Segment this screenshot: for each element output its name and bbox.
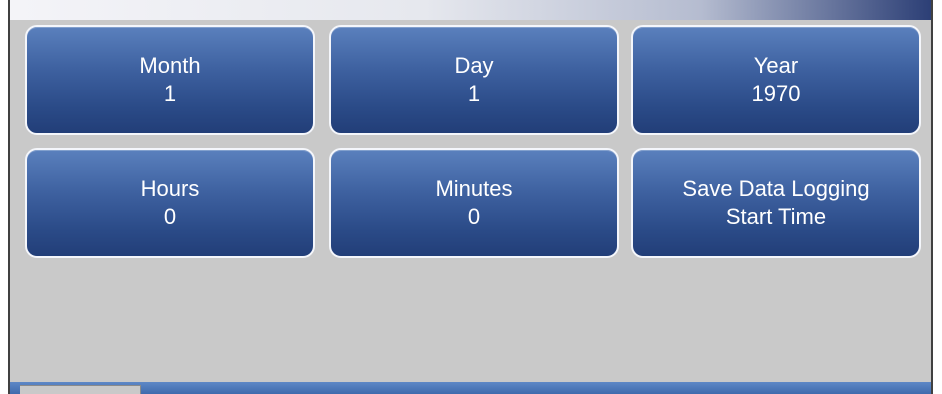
minutes-label: Minutes bbox=[435, 176, 513, 201]
minutes-value: 0 bbox=[467, 204, 481, 229]
settings-panel: Month 1 Day 1 Year 1970 Hours 0 Minutes … bbox=[8, 0, 933, 394]
bottom-tab[interactable] bbox=[20, 385, 141, 394]
hours-label: Hours bbox=[140, 176, 200, 201]
title-bar bbox=[10, 0, 931, 20]
month-button[interactable]: Month 1 bbox=[25, 25, 315, 135]
month-label: Month bbox=[139, 53, 201, 78]
day-label: Day bbox=[454, 53, 494, 78]
bottom-bar bbox=[10, 382, 931, 394]
save-label-line2: Start Time bbox=[725, 204, 827, 229]
hours-button[interactable]: Hours 0 bbox=[25, 148, 315, 258]
day-value: 1 bbox=[467, 81, 481, 106]
year-value: 1970 bbox=[751, 81, 801, 106]
month-value: 1 bbox=[163, 81, 177, 106]
day-button[interactable]: Day 1 bbox=[329, 25, 619, 135]
screen: Month 1 Day 1 Year 1970 Hours 0 Minutes … bbox=[0, 0, 942, 394]
minutes-button[interactable]: Minutes 0 bbox=[329, 148, 619, 258]
save-start-time-button[interactable]: Save Data Logging Start Time bbox=[631, 148, 921, 258]
hours-value: 0 bbox=[163, 204, 177, 229]
save-label-line1: Save Data Logging bbox=[682, 176, 870, 201]
year-label: Year bbox=[753, 53, 799, 78]
year-button[interactable]: Year 1970 bbox=[631, 25, 921, 135]
